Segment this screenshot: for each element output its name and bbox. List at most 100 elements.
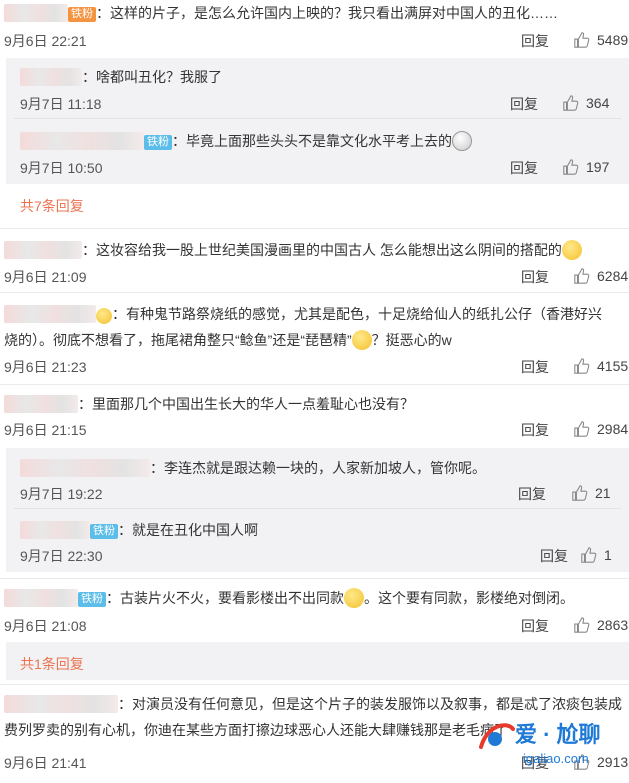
reply-button[interactable]: 回复: [518, 484, 546, 504]
comment-text-line1: ：有种鬼节路祭烧纸的感觉，尤其是配色，十足烧给仙人的纸扎公仔（香港好兴: [112, 306, 602, 322]
thumbs-up-icon: [574, 617, 590, 633]
like-count: 2984: [597, 421, 629, 437]
thumbs-up-icon: [563, 159, 579, 175]
username-blurred[interactable]: [4, 395, 78, 413]
reply-list: ：李连杰就是跟达赖一块的，人家新加坡人，管你呢。 9月7日 19:22 回复 2…: [6, 448, 629, 572]
like-count: 6284: [597, 268, 629, 284]
thumbs-up-icon: [563, 95, 579, 111]
emoji-icon: [452, 131, 472, 151]
comment-text: ：这样的片子，是怎么允许国内上映的？我只看出满屏对中国人的丑化……: [96, 5, 558, 21]
thumbs-up-icon: [574, 268, 590, 284]
comment-text-line2: 费列罗卖的别有心机，你迪在某些方面打擦边球恶心人还能大肆赚钱那是老毛病了: [4, 722, 508, 738]
reply-text: ：毕竟上面那些头头不是靠文化水平考上去的: [172, 133, 452, 149]
comment-text-line1: ：对演员没有任何意见，但是这个片子的装发服饰以及叙事，都是忒了浓痰包装成: [118, 696, 622, 712]
comment-time: 9月6日 22:21: [4, 33, 87, 49]
like-count: 4155: [597, 358, 629, 374]
site-watermark: 爱 · 尬聊 igaliao.com: [475, 711, 625, 779]
comment-item: ：有种鬼节路祭烧纸的感觉，尤其是配色，十足烧给仙人的纸扎公仔（香港好兴 烧的）。…: [0, 300, 629, 380]
like-count: 364: [586, 95, 610, 111]
divider: [0, 684, 629, 685]
username-blurred[interactable]: [20, 132, 144, 150]
reply-button[interactable]: 回复: [521, 357, 549, 377]
comment-text-end: 。这个要有同款，影楼绝对倒闭。: [364, 590, 574, 606]
divider: [14, 118, 621, 119]
fan-badge: 铁粉: [144, 135, 172, 150]
comment-text: ：这妆容给我一股上世纪美国漫画里的中国古人 怎么能想出这么阴间的搭配的: [82, 242, 562, 258]
thumbs-up-icon: [574, 421, 590, 437]
comment-item: 铁粉 ：这样的片子，是怎么允许国内上映的？我只看出满屏对中国人的丑化…… 9月6日…: [0, 0, 629, 52]
divider: [0, 578, 629, 579]
fan-badge: 铁粉: [78, 592, 106, 607]
reply-text: ：就是在丑化中国人啊: [118, 522, 258, 538]
comment-item: ：这妆容给我一股上世纪美国漫画里的中国古人 怎么能想出这么阴间的搭配的 9月6日…: [0, 236, 629, 288]
like-button[interactable]: 21: [571, 484, 611, 502]
thumbs-up-icon: [581, 547, 597, 563]
thumbs-up-icon: [574, 32, 590, 48]
username-blurred[interactable]: [4, 305, 96, 323]
divider: [0, 384, 629, 385]
emoji-icon: [351, 330, 372, 350]
watermark-logo-icon: [479, 723, 515, 749]
like-button[interactable]: 6284: [573, 267, 628, 285]
like-button[interactable]: 2863: [573, 616, 628, 634]
reply-list: ：啥都叫丑化？我服了 9月7日 11:18 回复 364 铁粉 ：毕竟上面那些头头…: [6, 58, 629, 184]
thumbs-up-icon: [572, 485, 588, 501]
comment-text: ：古装片火不火，要看影楼出不出同款: [106, 590, 344, 606]
view-more-replies[interactable]: 共7条回复: [20, 196, 84, 216]
like-count: 5489: [597, 32, 629, 48]
comment-time: 9月6日 21:41: [4, 755, 87, 771]
comment-text-line2-end: ？挺恶心的w: [371, 332, 452, 348]
reply-time: 9月7日 22:30: [20, 548, 103, 564]
reply-button[interactable]: 回复: [510, 158, 538, 178]
like-count: 1: [604, 547, 612, 563]
username-blurred[interactable]: [4, 695, 118, 713]
emoji-icon: [344, 588, 364, 608]
like-button[interactable]: 4155: [573, 357, 628, 375]
comment-text: ：里面那几个中国出生长大的华人一点羞耻心也没有？: [78, 396, 414, 412]
comment-text-line2: 烧的）。彻底不想看了，拖尾裙角整只“鲶鱼”还是“琵琶精”: [4, 332, 352, 348]
like-count: 21: [595, 485, 611, 501]
divider: [0, 292, 629, 293]
like-button[interactable]: 5489: [573, 31, 628, 49]
username-blurred[interactable]: [20, 68, 82, 86]
like-button[interactable]: 364: [562, 94, 609, 112]
like-button[interactable]: 197: [562, 158, 609, 176]
watermark-url: igaliao.com: [523, 751, 589, 766]
comment-time: 9月6日 21:09: [4, 269, 87, 285]
emoji-icon: [561, 240, 582, 260]
like-button[interactable]: 2984: [573, 420, 628, 438]
fan-badge: 铁粉: [90, 524, 118, 539]
reply-text: ：啥都叫丑化？我服了: [82, 69, 222, 85]
username-blurred[interactable]: [20, 521, 90, 539]
reply-time: 9月7日 10:50: [20, 160, 103, 176]
divider: [14, 508, 621, 509]
reply-button[interactable]: 回复: [521, 267, 549, 287]
view-more-replies[interactable]: 共1条回复: [20, 654, 84, 674]
watermark-text: 爱 · 尬聊: [515, 722, 601, 747]
reply-text: ：李连杰就是跟达赖一块的，人家新加坡人，管你呢。: [150, 460, 486, 476]
comment-time: 9月6日 21:15: [4, 422, 87, 438]
vip-icon: [96, 308, 112, 324]
comment-time: 9月6日 21:08: [4, 618, 87, 634]
divider: [0, 228, 629, 229]
username-blurred[interactable]: [4, 589, 78, 607]
like-count: 2863: [597, 617, 629, 633]
reply-button[interactable]: 回复: [540, 546, 568, 566]
thumbs-up-icon: [574, 358, 590, 374]
comment-item: 铁粉 ：古装片火不火，要看影楼出不出同款 。这个要有同款，影楼绝对倒闭。 9月6日 …: [0, 585, 629, 639]
reply-button[interactable]: 回复: [521, 31, 549, 51]
reply-button[interactable]: 回复: [521, 420, 549, 440]
username-blurred[interactable]: [4, 241, 82, 259]
reply-time: 9月7日 11:18: [20, 96, 102, 112]
reply-time: 9月7日 19:22: [20, 486, 103, 502]
reply-button[interactable]: 回复: [521, 616, 549, 636]
reply-button[interactable]: 回复: [510, 94, 538, 114]
like-count: 197: [586, 159, 610, 175]
comment-time: 9月6日 21:23: [4, 359, 87, 375]
username-blurred[interactable]: [4, 4, 68, 22]
vip-badge: 铁粉: [68, 7, 96, 22]
reply-list: 共1条回复: [6, 642, 629, 680]
like-button[interactable]: 1: [580, 546, 612, 564]
username-blurred[interactable]: [20, 459, 150, 477]
comment-item: ：里面那几个中国出生长大的华人一点羞耻心也没有？ 9月6日 21:15 回复 2…: [0, 392, 629, 442]
